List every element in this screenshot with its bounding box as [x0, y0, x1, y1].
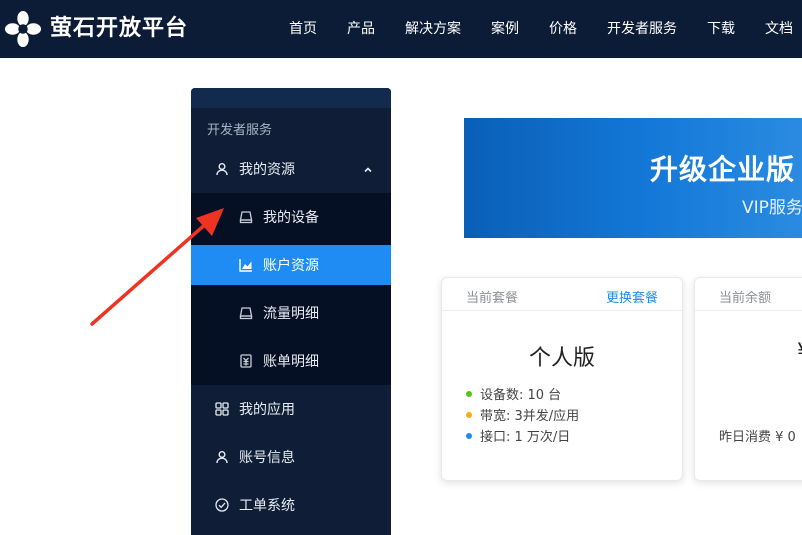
status-dot: [466, 432, 472, 439]
feature-text: 设备数: 10 台: [480, 388, 562, 403]
user-icon: [215, 162, 229, 176]
nav-pricing[interactable]: 价格: [549, 20, 577, 38]
sidebar-item-label: 我的设备: [263, 210, 319, 226]
nav-cases[interactable]: 案例: [491, 20, 519, 38]
sidebar-item-ticket-system[interactable]: 工单系统: [191, 485, 391, 525]
nav-home[interactable]: 首页: [289, 20, 317, 38]
sidebar-item-label: 工单系统: [239, 498, 295, 514]
chevron-up-icon[interactable]: [363, 163, 373, 173]
nav-solutions[interactable]: 解决方案: [405, 20, 461, 38]
status-dot: [466, 411, 472, 418]
plan-name: 个人版: [528, 346, 595, 371]
sidebar-item-label: 我的资源: [239, 162, 295, 178]
sidebar-item-traffic-details[interactable]: 流量明细: [191, 293, 391, 333]
sidebar-item-label: 我的应用: [239, 402, 295, 418]
sidebar: 开发者服务 我的资源 我的设备 账户资源 流量明细 账单明细 我的应用 账号信息…: [191, 88, 391, 535]
ezviz-logo-icon: [4, 10, 42, 48]
check-circle-icon: [215, 498, 229, 512]
balance-amount: ¥: [797, 340, 802, 365]
banner-subtitle: VIP服务: [742, 198, 802, 218]
top-navigation-bar: 萤石开放平台 首页 产品 解决方案 案例 价格 开发者服务 下载 文档: [0, 0, 802, 58]
sidebar-item-account-info[interactable]: 账号信息: [191, 437, 391, 477]
nav-developer-services[interactable]: 开发者服务: [607, 20, 677, 38]
feature-bandwidth: 带宽: 3并发/应用: [466, 405, 579, 424]
chart-icon: [239, 258, 253, 272]
card-header: 当前余额: [695, 278, 802, 311]
card-header: 当前套餐 更换套餐: [442, 278, 682, 311]
feature-devices: 设备数: 10 台: [466, 384, 561, 403]
sidebar-item-label: 账单明细: [263, 354, 319, 370]
sidebar-header-strip: [191, 88, 391, 108]
yesterday-spend: 昨日消费 ¥ 0: [719, 430, 796, 445]
bill-icon: [239, 354, 253, 368]
brand-logo[interactable]: 萤石开放平台: [4, 10, 188, 48]
card-label: 当前套餐: [466, 291, 519, 306]
sidebar-item-label: 账户资源: [263, 258, 319, 274]
nav-download[interactable]: 下载: [707, 20, 735, 38]
feature-text: 接口: 1 万次/日: [480, 430, 571, 445]
brand-name: 萤石开放平台: [50, 16, 189, 41]
sidebar-item-account-resources[interactable]: 账户资源: [191, 245, 391, 285]
banner-title: 升级企业版: [650, 153, 796, 186]
nav-products[interactable]: 产品: [347, 20, 375, 38]
sidebar-item-my-apps[interactable]: 我的应用: [191, 389, 391, 429]
user-icon: [215, 450, 229, 464]
nav-docs[interactable]: 文档: [765, 20, 793, 38]
feature-text: 带宽: 3并发/应用: [480, 409, 580, 424]
device-icon: [239, 306, 253, 320]
sidebar-item-label: 账号信息: [239, 450, 295, 466]
card-label: 当前余额: [719, 291, 772, 306]
feature-api: 接口: 1 万次/日: [466, 426, 570, 445]
sidebar-section-title: 开发者服务: [207, 123, 273, 138]
device-icon: [239, 210, 253, 224]
status-dot: [466, 390, 472, 397]
sidebar-item-my-devices[interactable]: 我的设备: [191, 197, 391, 237]
grid-icon: [215, 402, 229, 416]
sidebar-item-bill-details[interactable]: 账单明细: [191, 341, 391, 381]
change-plan-link[interactable]: 更换套餐: [606, 287, 658, 306]
upgrade-enterprise-banner[interactable]: 升级企业版 VIP服务: [464, 118, 802, 238]
current-plan-card: 当前套餐 更换套餐 个人版 设备数: 10 台 带宽: 3并发/应用 接口: 1…: [441, 277, 683, 481]
sidebar-item-my-resources[interactable]: 我的资源: [191, 149, 391, 189]
sidebar-item-label: 流量明细: [263, 306, 319, 322]
current-balance-card: 当前余额 ¥ 昨日消费 ¥ 0: [694, 277, 802, 481]
